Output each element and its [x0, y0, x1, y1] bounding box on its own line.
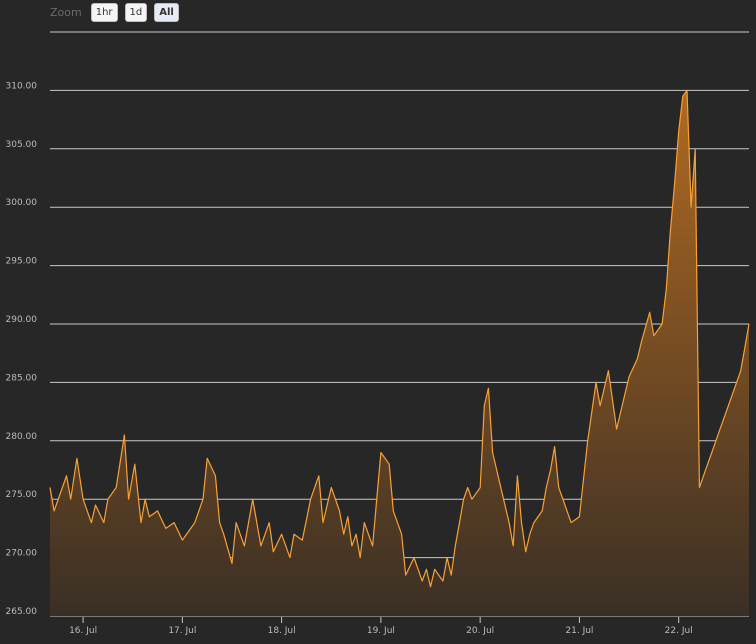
y-tick-label: 265.00 — [6, 607, 38, 617]
x-tick-label: 18. Jul — [268, 626, 296, 636]
y-axis-labels: 265.00 270.00 275.00 280.00 285.00 290.00 295.… — [6, 81, 38, 617]
y-tick-label: 300.00 — [6, 198, 38, 208]
y-tick-label: 275.00 — [6, 490, 38, 500]
plot-area: 265.00 270.00 275.00 280.00 285.00 290.00 295.… — [6, 31, 750, 636]
y-tick-label: 295.00 — [6, 257, 38, 267]
price-chart: Zoom 1hr 1d All 265.00 270.00 275.00 280.00… — [0, 0, 756, 644]
x-tick-label: 21. Jul — [565, 626, 593, 636]
series-area-fill — [50, 90, 749, 616]
y-tick-label: 290.00 — [6, 315, 38, 325]
x-tick-label: 20. Jul — [466, 626, 494, 636]
y-tick-label: 285.00 — [6, 373, 38, 383]
y-tick-label: 270.00 — [6, 549, 38, 559]
y-tick-label: 280.00 — [6, 432, 38, 442]
x-tick-label: 17. Jul — [168, 626, 196, 636]
y-tick-label: 310.00 — [6, 81, 38, 91]
x-tick-label: 19. Jul — [367, 626, 395, 636]
x-tick-label: 16. Jul — [69, 626, 97, 636]
x-axis-labels: 16. Jul 17. Jul 18. Jul 19. Jul 20. Jul 21. J… — [69, 617, 693, 636]
y-tick-label: 305.00 — [6, 140, 38, 150]
x-tick-label: 22. Jul — [665, 626, 693, 636]
